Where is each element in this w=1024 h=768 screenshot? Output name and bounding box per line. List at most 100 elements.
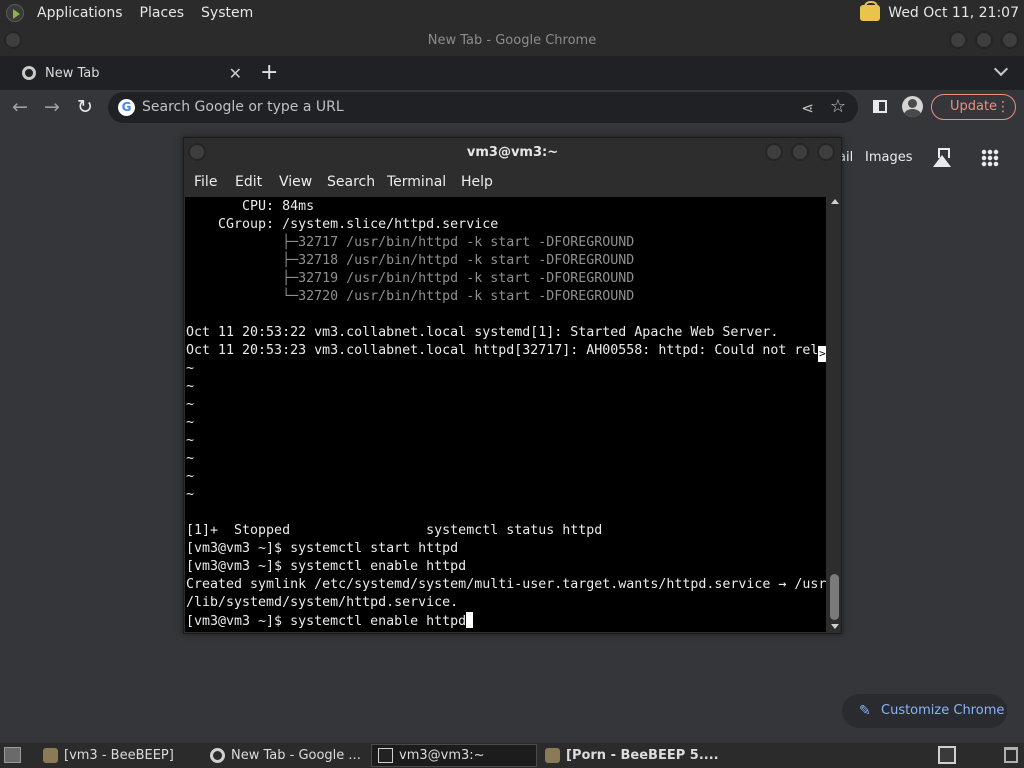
update-button[interactable]: Update (931, 94, 1016, 120)
terminal-line-text: Oct 11 20:53:22 vm3.collabnet.local syst… (186, 325, 779, 340)
terminal-line: [vm3@vm3 ~]$ systemctl enable httpd (186, 612, 474, 630)
panel-clock[interactable]: Wed Oct 11, 21:07 (888, 5, 1019, 21)
terminal-line: Oct 11 20:53:23 vm3.collabnet.local http… (186, 342, 826, 362)
maximize-button[interactable] (975, 31, 993, 49)
terminal-menu-view[interactable]: View (279, 174, 312, 190)
terminal-line: ├─32719 /usr/bin/httpd -k start -DFOREGR… (186, 270, 634, 288)
tab-search-chevron-icon[interactable] (994, 64, 1008, 78)
terminal-menu-help[interactable]: Help (461, 174, 493, 190)
taskbar-task-label: [vm3 - BeeBEEP] (64, 748, 174, 763)
customize-chrome-label: Customize Chrome (881, 703, 1005, 718)
customize-chrome-button[interactable]: ✎ Customize Chrome (842, 694, 1007, 728)
scrollbar-thumb[interactable] (830, 574, 839, 620)
show-desktop-icon[interactable] (4, 747, 21, 763)
terminal-line-text: ├─32719 /usr/bin/httpd -k start -DFOREGR… (186, 271, 635, 286)
terminal-maximize-button[interactable] (791, 143, 809, 161)
google-apps-grid-icon[interactable] (981, 149, 999, 167)
terminal-line: ├─32717 /usr/bin/httpd -k start -DFOREGR… (186, 234, 634, 252)
terminal-line-text: ~ (186, 451, 195, 466)
scroll-down-arrow-icon[interactable] (831, 624, 839, 629)
reload-button[interactable]: ↻ (77, 96, 93, 118)
terminal-menu-edit[interactable]: Edit (235, 174, 262, 190)
tab-strip: New Tab ✕ + (0, 56, 1024, 90)
terminal-menu-search[interactable]: Search (327, 174, 375, 190)
trash-icon[interactable] (1004, 747, 1018, 763)
terminal-cursor (466, 612, 474, 628)
distro-logo-icon[interactable] (6, 3, 24, 22)
window-menu-button[interactable] (4, 31, 22, 49)
menu-applications[interactable]: Applications (34, 5, 126, 21)
terminal-window[interactable]: vm3@vm3:~ File Edit View Search Terminal… (183, 137, 842, 634)
forward-button[interactable]: → (44, 96, 60, 118)
terminal-icon (378, 748, 393, 763)
terminal-titlebar[interactable]: vm3@vm3:~ (184, 138, 841, 168)
chrome-window-titlebar[interactable]: New Tab - Google Chrome (0, 25, 1024, 56)
pencil-icon: ✎ (859, 703, 871, 719)
terminal-line-text: [vm3@vm3 ~]$ systemctl enable httpd (186, 614, 467, 629)
terminal-line: ├─32718 /usr/bin/httpd -k start -DFOREGR… (186, 252, 634, 270)
terminal-line: ~ (186, 396, 194, 414)
taskbar-task-label: New Tab - Google ... (231, 748, 361, 763)
terminal-line-text: └─32720 /usr/bin/httpd -k start -DFOREGR… (186, 289, 635, 304)
profile-avatar-icon[interactable] (902, 96, 923, 117)
side-panel-icon[interactable] (873, 100, 887, 113)
chrome-window-title: New Tab - Google Chrome (427, 33, 597, 48)
chrome-toolbar: ← → ↻ G Search Google or type a URL ⋖ ☆ (0, 90, 1024, 125)
terminal-menu-file[interactable]: File (194, 174, 217, 190)
terminal-line-text: ~ (186, 379, 195, 394)
workspace-switcher-icon[interactable] (938, 746, 956, 764)
terminal-window-menu-button[interactable] (188, 143, 206, 161)
back-button[interactable]: ← (12, 96, 28, 118)
terminal-line-text: ~ (186, 469, 195, 484)
terminal-title: vm3@vm3:~ (466, 145, 559, 160)
terminal-line-text: ~ (186, 397, 195, 412)
labs-flask-icon[interactable] (932, 147, 952, 169)
bookmark-star-icon[interactable]: ☆ (830, 96, 846, 117)
beebeep-icon (545, 748, 560, 763)
terminal-minimize-button[interactable] (765, 143, 783, 161)
share-icon[interactable]: ⋖ (801, 99, 814, 117)
terminal-line: ~ (186, 486, 194, 504)
tab-new-tab[interactable]: New Tab ✕ (8, 56, 248, 90)
address-bar[interactable]: G Search Google or type a URL ⋖ ☆ (108, 92, 858, 123)
taskbar-task[interactable]: [vm3 - BeeBEEP] (37, 744, 197, 767)
terminal-line: └─32720 /usr/bin/httpd -k start -DFOREGR… (186, 288, 634, 306)
terminal-menu-terminal[interactable]: Terminal (387, 174, 446, 190)
menu-places[interactable]: Places (137, 5, 188, 21)
scroll-up-arrow-icon[interactable] (831, 199, 839, 204)
close-button[interactable] (1001, 31, 1019, 49)
new-tab-button[interactable]: + (260, 60, 278, 85)
terminal-line-text: Oct 11 20:53:23 vm3.collabnet.local http… (186, 343, 819, 358)
images-link[interactable]: Images (865, 150, 913, 165)
terminal-line: Oct 11 20:53:22 vm3.collabnet.local syst… (186, 324, 778, 342)
terminal-line: /lib/systemd/system/httpd.service. (186, 594, 458, 612)
terminal-line-text: CGroup: /system.slice/httpd.service (186, 217, 499, 232)
menu-system[interactable]: System (198, 5, 256, 21)
terminal-line: ~ (186, 378, 194, 396)
taskbar-task-label: vm3@vm3:~ (399, 748, 485, 763)
google-icon: G (118, 99, 135, 116)
minimize-button[interactable] (949, 31, 967, 49)
terminal-close-button[interactable] (817, 143, 835, 161)
tab-label: New Tab (45, 65, 100, 81)
terminal-line-text: [1]+ Stopped systemctl status httpd (186, 523, 603, 538)
tab-close-icon[interactable]: ✕ (229, 64, 242, 83)
weather-icon[interactable] (860, 0, 881, 21)
taskbar-task[interactable]: vm3@vm3:~ (371, 744, 537, 767)
taskbar-task-label: [Porn - BeeBEEP 5.... (566, 748, 719, 763)
terminal-scrollbar[interactable] (827, 197, 841, 632)
beebeep-icon (43, 748, 58, 763)
terminal-output[interactable]: CPU: 84ms CGroup: /system.slice/httpd.se… (185, 197, 826, 632)
terminal-line-text: CPU: 84ms (186, 199, 315, 214)
taskbar-task[interactable]: New Tab - Google ... (204, 744, 364, 767)
terminal-line-text: /lib/systemd/system/httpd.service. (186, 595, 459, 610)
terminal-line: [vm3@vm3 ~]$ systemctl start httpd (186, 540, 458, 558)
terminal-line-text: ~ (186, 433, 195, 448)
terminal-line-text: ~ (186, 415, 195, 430)
taskbar-task[interactable]: [Porn - BeeBEEP 5.... (539, 744, 719, 767)
terminal-line: ~ (186, 360, 194, 378)
terminal-line: ~ (186, 450, 194, 468)
line-truncated-marker-icon: > (818, 346, 826, 362)
terminal-line-text: [vm3@vm3 ~]$ systemctl start httpd (186, 541, 459, 556)
address-bar-placeholder: Search Google or type a URL (142, 99, 344, 115)
